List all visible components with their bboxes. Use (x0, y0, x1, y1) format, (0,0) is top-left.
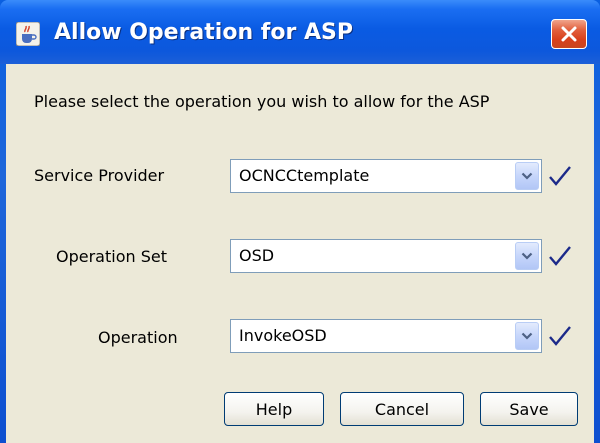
operation-set-dropdown[interactable]: OSD (230, 239, 542, 273)
service-provider-dropdown[interactable]: OCNCCtemplate (230, 159, 542, 193)
operation-value: InvokeOSD (239, 326, 327, 345)
help-button[interactable]: Help (224, 392, 324, 426)
chevron-down-icon[interactable] (515, 322, 539, 350)
service-provider-value: OCNCCtemplate (239, 166, 370, 185)
java-cup-icon (16, 22, 40, 46)
operation-set-value: OSD (239, 246, 275, 265)
close-icon (561, 26, 577, 42)
operation-dropdown[interactable]: InvokeOSD (230, 319, 542, 353)
chevron-down-icon[interactable] (515, 162, 539, 190)
cancel-button[interactable]: Cancel (340, 392, 464, 426)
dialog-body: Please select the operation you wish to … (6, 64, 594, 443)
checkmark-icon (549, 166, 571, 186)
screen: Allow Operation for ASP Please select th… (0, 0, 600, 443)
service-provider-label: Service Provider (34, 166, 165, 185)
dialog-window: Allow Operation for ASP Please select th… (0, 0, 600, 443)
checkmark-icon (549, 326, 571, 346)
checkmark-icon (549, 246, 571, 266)
operation-set-label: Operation Set (56, 247, 167, 266)
chevron-down-icon[interactable] (515, 242, 539, 270)
window-title: Allow Operation for ASP (54, 20, 353, 45)
close-button[interactable] (551, 19, 587, 49)
title-bar[interactable]: Allow Operation for ASP (0, 0, 600, 64)
instruction-text: Please select the operation you wish to … (34, 92, 490, 111)
save-button[interactable]: Save (480, 392, 578, 426)
operation-label: Operation (98, 328, 178, 347)
